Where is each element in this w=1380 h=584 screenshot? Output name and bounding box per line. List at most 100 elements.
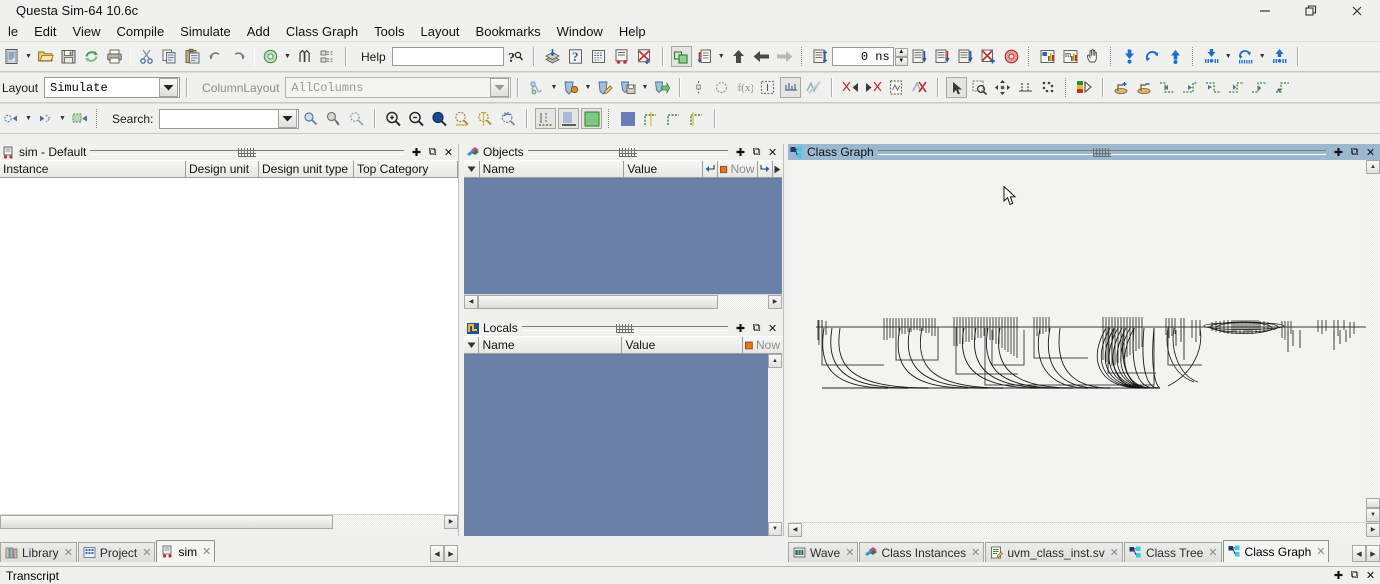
wave-add-dropdown-icon[interactable]: ▼ bbox=[548, 77, 559, 98]
run-icon[interactable] bbox=[694, 46, 715, 67]
locals-panel-grip[interactable] bbox=[521, 324, 729, 333]
search-input[interactable] bbox=[159, 108, 300, 129]
break-icon[interactable] bbox=[634, 46, 655, 67]
find-next-icon[interactable] bbox=[323, 108, 344, 129]
scroll-track[interactable] bbox=[1366, 174, 1380, 498]
colors-icon[interactable] bbox=[1074, 77, 1095, 98]
scroll-up-icon[interactable]: ▲ bbox=[1366, 160, 1380, 174]
column-header-value[interactable]: Value bbox=[624, 161, 703, 178]
schematic-remove-icon[interactable] bbox=[1134, 77, 1155, 98]
close-panel-button[interactable]: ✕ bbox=[441, 145, 456, 159]
loop-arrow-icon[interactable] bbox=[1142, 46, 1163, 67]
find-options-icon[interactable] bbox=[317, 46, 338, 67]
locals-list-area[interactable] bbox=[464, 354, 768, 536]
undock-button[interactable]: ⧉ bbox=[749, 321, 764, 335]
zoom-full-icon[interactable] bbox=[429, 108, 450, 129]
scroll-down-icon[interactable]: ▼ bbox=[1366, 508, 1380, 522]
step-shape-icon[interactable] bbox=[640, 108, 661, 129]
scroll-track[interactable] bbox=[718, 294, 768, 309]
close-icon[interactable]: ✕ bbox=[142, 546, 151, 559]
new-file-icon[interactable] bbox=[1, 46, 22, 67]
find-all-icon[interactable] bbox=[346, 108, 367, 129]
objects-horizontal-scrollbar[interactable]: ◀ ▶ bbox=[464, 294, 782, 309]
scroll-track[interactable] bbox=[768, 368, 782, 522]
collapse-dropdown-icon[interactable]: ▼ bbox=[57, 108, 68, 129]
down-wave-dropdown-icon[interactable]: ▼ bbox=[1223, 46, 1234, 67]
menu-layout[interactable]: Layout bbox=[413, 23, 468, 40]
step-shape3-icon[interactable] bbox=[686, 108, 707, 129]
stop-icon[interactable] bbox=[978, 46, 999, 67]
grid-dense-icon[interactable] bbox=[617, 108, 638, 129]
class-graph-canvas[interactable] bbox=[788, 160, 1366, 522]
now-column-header[interactable]: Now bbox=[718, 161, 758, 178]
memory-profile-icon[interactable]: m bbox=[1060, 46, 1081, 67]
delete-wave-icon[interactable] bbox=[909, 77, 930, 98]
now-column-header[interactable]: Now bbox=[743, 337, 783, 354]
expand-all-icon[interactable] bbox=[69, 108, 90, 129]
chevron-down-icon[interactable] bbox=[490, 78, 510, 97]
right-splitter[interactable] bbox=[783, 144, 784, 536]
run-length-icon[interactable] bbox=[810, 46, 831, 67]
close-icon[interactable]: ✕ bbox=[202, 545, 211, 558]
break-all-icon[interactable] bbox=[1001, 46, 1022, 67]
help-search-icon[interactable]: ? bbox=[505, 46, 526, 67]
expand-icon[interactable] bbox=[1, 108, 22, 129]
scroll-up-icon[interactable]: ▲ bbox=[768, 354, 782, 368]
expand-dropdown-icon[interactable]: ▼ bbox=[23, 108, 34, 129]
close-panel-button[interactable]: ✕ bbox=[1363, 145, 1378, 159]
find-icon[interactable] bbox=[294, 46, 315, 67]
sim-panel-grip[interactable] bbox=[90, 148, 404, 157]
column-header-value[interactable]: Value bbox=[622, 337, 744, 354]
copy-icon[interactable] bbox=[159, 46, 180, 67]
step-out-icon[interactable] bbox=[955, 46, 976, 67]
down-arrow-icon[interactable] bbox=[1119, 46, 1140, 67]
tab-wave[interactable]: Wave ✕ bbox=[788, 542, 859, 562]
zoom-range-icon[interactable] bbox=[452, 108, 473, 129]
zoom-last-icon[interactable] bbox=[498, 108, 519, 129]
paste-icon[interactable] bbox=[182, 46, 203, 67]
bookmark-edit-icon[interactable] bbox=[594, 77, 615, 98]
zoom-out-icon[interactable] bbox=[406, 108, 427, 129]
scroll-thumb[interactable] bbox=[1366, 498, 1380, 508]
minimize-button[interactable] bbox=[1242, 0, 1288, 22]
net-left-icon[interactable] bbox=[1249, 77, 1270, 98]
tab-library[interactable]: Library ✕ bbox=[0, 542, 77, 562]
cut-icon[interactable] bbox=[136, 46, 157, 67]
class-graph-grip[interactable] bbox=[877, 148, 1327, 157]
compile-icon[interactable] bbox=[260, 46, 281, 67]
help-search-input[interactable] bbox=[391, 47, 504, 66]
close-button[interactable] bbox=[1334, 0, 1380, 22]
scroll-track[interactable] bbox=[802, 522, 1366, 537]
simulate-icon[interactable] bbox=[588, 46, 609, 67]
grid-icon[interactable] bbox=[1038, 77, 1059, 98]
scroll-thumb[interactable] bbox=[478, 294, 718, 309]
menu-edit[interactable]: Edit bbox=[26, 23, 64, 40]
zoom-cursor-icon[interactable] bbox=[475, 108, 496, 129]
down-wave-icon[interactable] bbox=[1201, 46, 1222, 67]
column-filter-icon[interactable] bbox=[464, 161, 480, 178]
step-forward-icon[interactable] bbox=[774, 46, 795, 67]
redo-icon[interactable] bbox=[228, 46, 249, 67]
scroll-track[interactable] bbox=[333, 514, 444, 529]
menu-window[interactable]: Window bbox=[549, 23, 611, 40]
column-header-design-unit-type[interactable]: Design unit type bbox=[259, 161, 354, 178]
reload-icon[interactable] bbox=[81, 46, 102, 67]
scroll-left-icon[interactable]: ◀ bbox=[788, 522, 802, 537]
simulate-opt-icon[interactable] bbox=[611, 46, 632, 67]
spin-down-icon[interactable]: ▼ bbox=[894, 56, 908, 66]
close-icon[interactable]: ✕ bbox=[1208, 546, 1217, 559]
tab-class-tree[interactable]: Class Tree ✕ bbox=[1123, 542, 1222, 562]
step-back-icon[interactable] bbox=[751, 46, 772, 67]
tab-class-graph[interactable]: Class Graph ✕ bbox=[1222, 540, 1330, 562]
column-header-top-category[interactable]: Top Category bbox=[354, 161, 458, 178]
wave-zoom-icon[interactable] bbox=[803, 77, 824, 98]
menu-help[interactable]: Help bbox=[611, 23, 654, 40]
undo-icon[interactable] bbox=[205, 46, 226, 67]
step-shape2-icon[interactable] bbox=[663, 108, 684, 129]
close-panel-button[interactable]: ✕ bbox=[765, 321, 780, 335]
close-icon[interactable]: ✕ bbox=[1110, 546, 1119, 559]
cursor-insert-icon[interactable] bbox=[688, 77, 709, 98]
open-folder-icon[interactable] bbox=[35, 46, 56, 67]
columnlayout-combo[interactable]: AllColumns bbox=[285, 77, 512, 98]
compile-all-icon[interactable] bbox=[542, 46, 563, 67]
